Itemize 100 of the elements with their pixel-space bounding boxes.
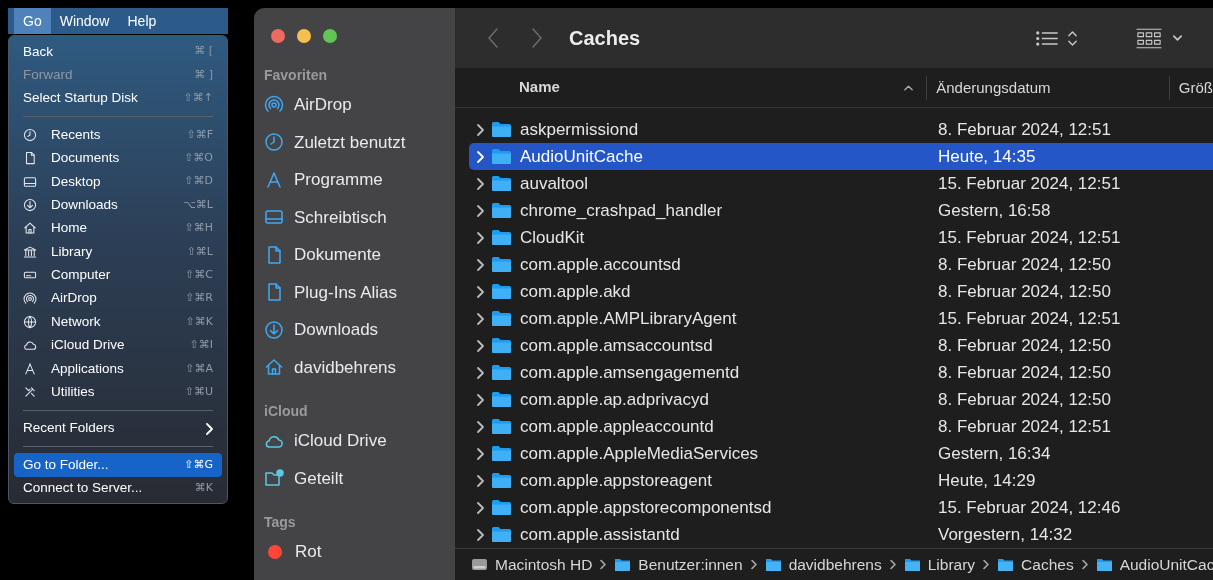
file-row[interactable]: com.apple.assistantd Vorgestern, 14:32 <box>469 521 1213 548</box>
file-row[interactable]: com.apple.appleaccountd 8. Februar 2024, 12:51 <box>469 413 1213 440</box>
chevron-right-icon <box>1080 559 1089 570</box>
menu-item[interactable]: Connect to Server... ⌘K <box>14 476 222 501</box>
sidebar-item[interactable]: Downloads <box>264 311 445 349</box>
house-icon <box>264 357 284 378</box>
name-cell-text: askpermissiond <box>520 118 640 141</box>
group-button[interactable] <box>1136 27 1183 49</box>
date-cell-text: 8. Februar 2024, 12:50 <box>937 253 1111 276</box>
disclosure-chevron-icon <box>476 230 486 245</box>
chevron-right-icon <box>982 559 991 570</box>
sidebar-item[interactable]: AirDrop <box>264 86 445 124</box>
file-row[interactable]: askpermissiond 8. Februar 2024, 12:51 <box>469 116 1213 143</box>
path-segment[interactable]: Caches <box>997 552 1074 577</box>
sidebar-item[interactable]: Schreibtisch <box>264 198 445 236</box>
file-row[interactable]: com.apple.AppleMediaServices Gestern, 16:34 <box>469 440 1213 467</box>
disclosure-chevron-icon <box>476 446 486 461</box>
menu-item[interactable]: Go to Folder... ⇧⌘G <box>14 453 222 477</box>
menu-item[interactable]: Applications ⇧⌘A <box>14 357 222 381</box>
up-down-chevron-icon <box>1067 29 1078 47</box>
menu-item[interactable]: iCloud Drive ⇧⌘I <box>14 333 222 358</box>
name-cell-text: com.apple.AppleMediaServices <box>520 442 760 465</box>
file-row[interactable]: CloudKit 15. Februar 2024, 12:51 <box>469 224 1213 251</box>
file-row[interactable]: com.apple.amsaccountsd 8. Februar 2024, 12:50 <box>469 332 1213 359</box>
sidebar-item[interactable]: Dokumente <box>264 236 445 274</box>
disclosure-chevron-icon <box>476 392 486 407</box>
sidebar-item[interactable]: iCloud Drive <box>264 422 445 460</box>
desktop-icon <box>23 174 37 189</box>
forward-button[interactable] <box>529 25 545 51</box>
sidebar-item[interactable]: Programme <box>264 161 445 199</box>
sidebar-item[interactable]: davidbehrens <box>264 348 445 386</box>
shortcut-text: ⇧⌘C <box>185 266 213 283</box>
column-header[interactable]: Name <box>519 76 560 99</box>
menu-item[interactable]: Utilities ⇧⌘U <box>14 380 222 404</box>
file-row[interactable]: com.apple.appstoreagent Heute, 14:29 <box>469 467 1213 494</box>
file-row[interactable]: com.apple.ap.adprivacyd 8. Februar 2024, 12:50 <box>469 386 1213 413</box>
file-row[interactable]: auvaltool 15. Februar 2024, 12:51 <box>469 170 1213 197</box>
menu-bar-item[interactable]: Help <box>118 8 166 34</box>
menu-item[interactable]: Back ⌘ [ <box>14 40 222 64</box>
menu-item[interactable]: AirDrop ⇧⌘R <box>14 286 222 311</box>
sidebar-item[interactable]: Rot <box>264 533 445 571</box>
path-segment[interactable]: Library <box>903 552 976 577</box>
path-segment[interactable]: davidbehrens <box>764 552 882 577</box>
disclosure-chevron-icon <box>476 311 486 326</box>
disclosure-chevron-icon <box>476 203 486 218</box>
menu-item[interactable]: Select Startup Disk ⇧⌘↑ <box>14 86 222 111</box>
folder-icon <box>491 175 512 192</box>
path-segment[interactable]: Macintosh HD <box>471 552 593 577</box>
name-cell-text: com.apple.AMPLibraryAgent <box>520 307 738 330</box>
menu-bar-item[interactable]: Go <box>14 8 51 34</box>
sidebar-item[interactable]: Geteilt <box>264 459 445 497</box>
shortcut-text: ⇧⌘↑ <box>183 90 213 107</box>
path-segment[interactable]: Benutzer:innen <box>614 552 743 577</box>
folder-icon <box>491 472 512 489</box>
close-button[interactable] <box>271 29 285 43</box>
globe-icon <box>23 315 37 329</box>
folder-icon <box>764 557 782 572</box>
column-header[interactable]: Größ <box>1168 75 1213 100</box>
file-row[interactable]: com.apple.AMPLibraryAgent 15. Februar 2024, 12:51 <box>469 305 1213 332</box>
sidebar-item[interactable]: Zuletzt benutzt <box>264 123 445 161</box>
file-row[interactable]: com.apple.amsengagementd 8. Februar 2024, 12:50 <box>469 359 1213 386</box>
menu-item[interactable]: Documents ⇧⌘O <box>14 146 222 170</box>
compass-tool-icon <box>264 169 284 190</box>
menu-item[interactable]: Network ⇧⌘K <box>14 310 222 334</box>
shortcut-text: ⇧⌘U <box>184 383 213 400</box>
menu-bar-item[interactable]: Window <box>50 8 119 34</box>
download-icon <box>23 198 37 213</box>
folder-icon <box>491 337 512 354</box>
name-cell-text: com.apple.accountsd <box>520 253 682 276</box>
menu-item[interactable]: Recent Folders <box>14 416 222 441</box>
file-row[interactable]: AudioUnitCache Heute, 14:35 <box>469 143 1213 170</box>
name-cell-text: com.apple.appstorecomponentsd <box>520 496 773 519</box>
disclosure-chevron-icon <box>476 149 486 164</box>
airdrop-icon <box>264 94 284 115</box>
back-button[interactable] <box>485 25 501 51</box>
disclosure-chevron-icon <box>476 419 486 434</box>
menu-item[interactable]: Home ⇧⌘H <box>14 216 222 241</box>
menu-item[interactable]: Recents ⇧⌘F <box>14 123 222 147</box>
menu-item[interactable]: Computer ⇧⌘C <box>14 263 222 287</box>
sidebar-item[interactable]: Plug-Ins Alias <box>264 273 445 311</box>
section-heading: Favoriten <box>264 66 328 85</box>
folder-icon <box>1095 557 1113 572</box>
chevron-right-icon <box>888 559 897 570</box>
view-mode-button[interactable] <box>1035 29 1078 47</box>
file-row[interactable]: com.apple.akd 8. Februar 2024, 12:50 <box>469 278 1213 305</box>
disclosure-chevron-icon <box>476 527 486 542</box>
zoom-button[interactable] <box>323 29 337 43</box>
folder-icon <box>491 445 512 462</box>
cloud-icon <box>23 338 37 353</box>
date-cell-text: Gestern, 16:58 <box>937 199 1051 222</box>
menu-item[interactable]: Library ⇧⌘L <box>14 240 222 264</box>
menu-item[interactable]: Desktop ⇧⌘D <box>14 169 222 194</box>
file-row[interactable]: chrome_crashpad_handler Gestern, 16:58 <box>469 197 1213 224</box>
minimize-button[interactable] <box>297 29 311 43</box>
chevron-right-icon <box>749 559 758 570</box>
shortcut-text: ⇧⌘A <box>185 360 213 377</box>
file-row[interactable]: com.apple.appstorecomponentsd 15. Februar 2024, 12:46 <box>469 494 1213 521</box>
file-row[interactable]: com.apple.accountsd 8. Februar 2024, 12:50 <box>469 251 1213 278</box>
column-header[interactable]: Änderungsdatum <box>926 75 1169 100</box>
menu-item[interactable]: Downloads ⌥⌘L <box>14 193 222 217</box>
